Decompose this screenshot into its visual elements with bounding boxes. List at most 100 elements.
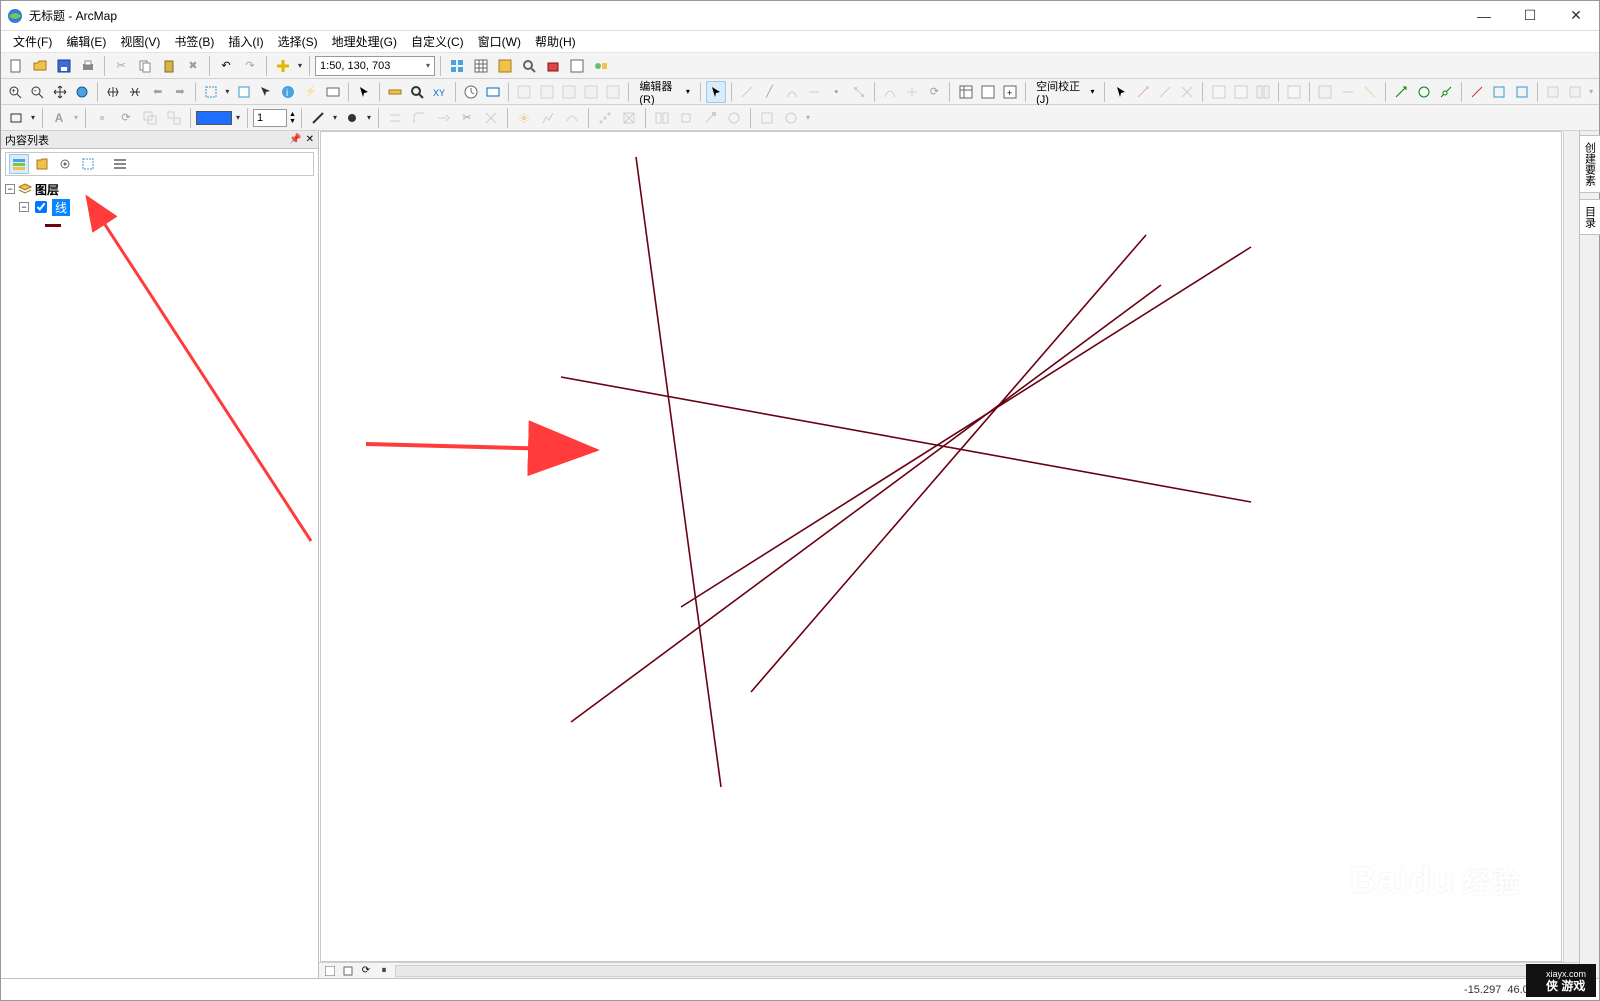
menu-view[interactable]: 视图(V): [114, 31, 166, 52]
toc-list-by-visibility-icon[interactable]: [55, 154, 75, 174]
menu-help[interactable]: 帮助(H): [529, 31, 582, 52]
measure-icon[interactable]: [385, 81, 405, 103]
time-slider-icon[interactable]: [461, 81, 481, 103]
text-dropdown-icon[interactable]: ▾: [72, 113, 80, 122]
undo-icon[interactable]: ↶: [215, 55, 237, 77]
create-viewer-icon[interactable]: [483, 81, 503, 103]
line-width-value[interactable]: [253, 109, 287, 127]
route-edit-7-icon[interactable]: [1543, 81, 1563, 103]
model-builder-icon[interactable]: [590, 55, 612, 77]
close-button[interactable]: ✕: [1553, 1, 1599, 30]
marker-color-icon[interactable]: [341, 107, 363, 129]
georef-tool-1-icon[interactable]: [1315, 81, 1335, 103]
menu-window[interactable]: 窗口(W): [472, 31, 527, 52]
save-icon[interactable]: [53, 55, 75, 77]
explode-icon[interactable]: [513, 107, 535, 129]
extend-icon[interactable]: [432, 107, 454, 129]
smooth-icon[interactable]: [561, 107, 583, 129]
hyperlink-icon[interactable]: ⚡: [300, 81, 320, 103]
new-displacement-link-icon[interactable]: [1133, 81, 1153, 103]
georef-tool-3-icon[interactable]: [1360, 81, 1380, 103]
scale-combo[interactable]: 1:50, 130, 703 ▾: [315, 56, 435, 76]
split-icon[interactable]: [902, 81, 922, 103]
route-edit-8-icon[interactable]: [1565, 81, 1585, 103]
modify-link-icon[interactable]: [1155, 81, 1175, 103]
layout-view-icon[interactable]: [341, 964, 355, 978]
edit-vertices-icon[interactable]: [848, 81, 868, 103]
attributes-icon[interactable]: [955, 81, 975, 103]
find-icon[interactable]: [407, 81, 427, 103]
line-width-stepper[interactable]: ▲▼: [253, 109, 296, 127]
menu-bookmarks[interactable]: 书签(B): [168, 31, 220, 52]
copy-parallel-icon[interactable]: [384, 107, 406, 129]
line-color-dropdown-icon[interactable]: ▾: [331, 113, 339, 122]
image-analysis-icon[interactable]: [581, 81, 601, 103]
trace-icon[interactable]: [804, 81, 824, 103]
cut-icon[interactable]: ✂: [110, 55, 132, 77]
zoom-out-icon[interactable]: -: [27, 81, 47, 103]
add-data-dropdown-icon[interactable]: ▾: [296, 61, 304, 70]
go-to-xy-icon[interactable]: XY: [429, 81, 449, 103]
menu-file[interactable]: 文件(F): [7, 31, 58, 52]
misc-dropdown-icon[interactable]: ▾: [804, 113, 812, 122]
menu-geoprocess[interactable]: 地理处理(G): [326, 31, 403, 52]
select-dropdown-icon[interactable]: ▾: [223, 87, 231, 96]
menu-insert[interactable]: 插入(I): [222, 31, 269, 52]
editor-dropdown[interactable]: 编辑器(R)▾: [634, 81, 695, 103]
rotate-draw-icon[interactable]: ⟳: [115, 107, 137, 129]
marker-color-dropdown-icon[interactable]: ▾: [365, 113, 373, 122]
refresh-view-icon[interactable]: ⟳: [359, 964, 373, 978]
draw-shape-dropdown-icon[interactable]: ▾: [29, 113, 37, 122]
vertical-scrollbar[interactable]: [1563, 131, 1579, 962]
align-edge-icon[interactable]: [651, 107, 673, 129]
swipe-icon[interactable]: [603, 81, 623, 103]
multi-link-icon[interactable]: [1177, 81, 1197, 103]
route-edit-1-icon[interactable]: [1391, 81, 1411, 103]
new-doc-icon[interactable]: [5, 55, 27, 77]
toc-list-by-source-icon[interactable]: [32, 154, 52, 174]
pan-icon[interactable]: [50, 81, 70, 103]
ungroup-icon[interactable]: [163, 107, 185, 129]
route-edit-5-icon[interactable]: [1489, 81, 1509, 103]
construct-geodetic-icon[interactable]: [723, 107, 745, 129]
identify-icon[interactable]: i: [278, 81, 298, 103]
edit-vertices-draw-icon[interactable]: [91, 107, 113, 129]
spatial-adjust-dropdown[interactable]: 空间校正(J)▾: [1031, 81, 1099, 103]
overview-icon[interactable]: [514, 81, 534, 103]
maximize-button[interactable]: ☐: [1507, 1, 1553, 30]
clear-selection-icon[interactable]: [233, 81, 253, 103]
toc-layer-checkbox[interactable]: [35, 201, 47, 213]
misc-tool-1-icon[interactable]: [756, 107, 778, 129]
line-color-icon[interactable]: [307, 107, 329, 129]
planarize-icon[interactable]: [618, 107, 640, 129]
construct-points-icon[interactable]: [594, 107, 616, 129]
misc-tool-2-icon[interactable]: [780, 107, 802, 129]
tab-catalog[interactable]: 目录: [1579, 199, 1600, 235]
tab-create-features[interactable]: 创建要素: [1579, 135, 1600, 193]
toc-pin-icon[interactable]: 📌: [289, 134, 301, 145]
horizontal-scrollbar[interactable]: [395, 965, 1579, 977]
select-features-icon[interactable]: [201, 81, 221, 103]
select-adjust-icon[interactable]: [1110, 81, 1130, 103]
fill-color-picker[interactable]: ▾: [196, 111, 242, 125]
toc-options-icon[interactable]: [110, 154, 130, 174]
view-link-table-icon[interactable]: [1231, 81, 1251, 103]
arc-toolbox-icon[interactable]: [542, 55, 564, 77]
route-edit-6-icon[interactable]: [1511, 81, 1531, 103]
reshape-icon[interactable]: [880, 81, 900, 103]
select-elements-icon[interactable]: [256, 81, 276, 103]
text-tool-icon[interactable]: A: [48, 107, 70, 129]
toc-list-by-drawing-order-icon[interactable]: [9, 154, 29, 174]
catalog-icon[interactable]: [494, 55, 516, 77]
next-extent-icon[interactable]: ➡: [170, 81, 190, 103]
draw-rectangle-icon[interactable]: [5, 107, 27, 129]
route-edit-4-icon[interactable]: [1467, 81, 1487, 103]
fixed-zoom-out-icon[interactable]: [125, 81, 145, 103]
search-window-icon[interactable]: [518, 55, 540, 77]
route-edit-3-icon[interactable]: [1436, 81, 1456, 103]
link-table-icon[interactable]: [1208, 81, 1228, 103]
route-edit-dropdown-icon[interactable]: ▾: [1587, 87, 1595, 96]
editor-toolbar-icon[interactable]: [446, 55, 468, 77]
rotate-icon[interactable]: ⟳: [924, 81, 944, 103]
toc-close-icon[interactable]: ✕: [306, 134, 314, 145]
